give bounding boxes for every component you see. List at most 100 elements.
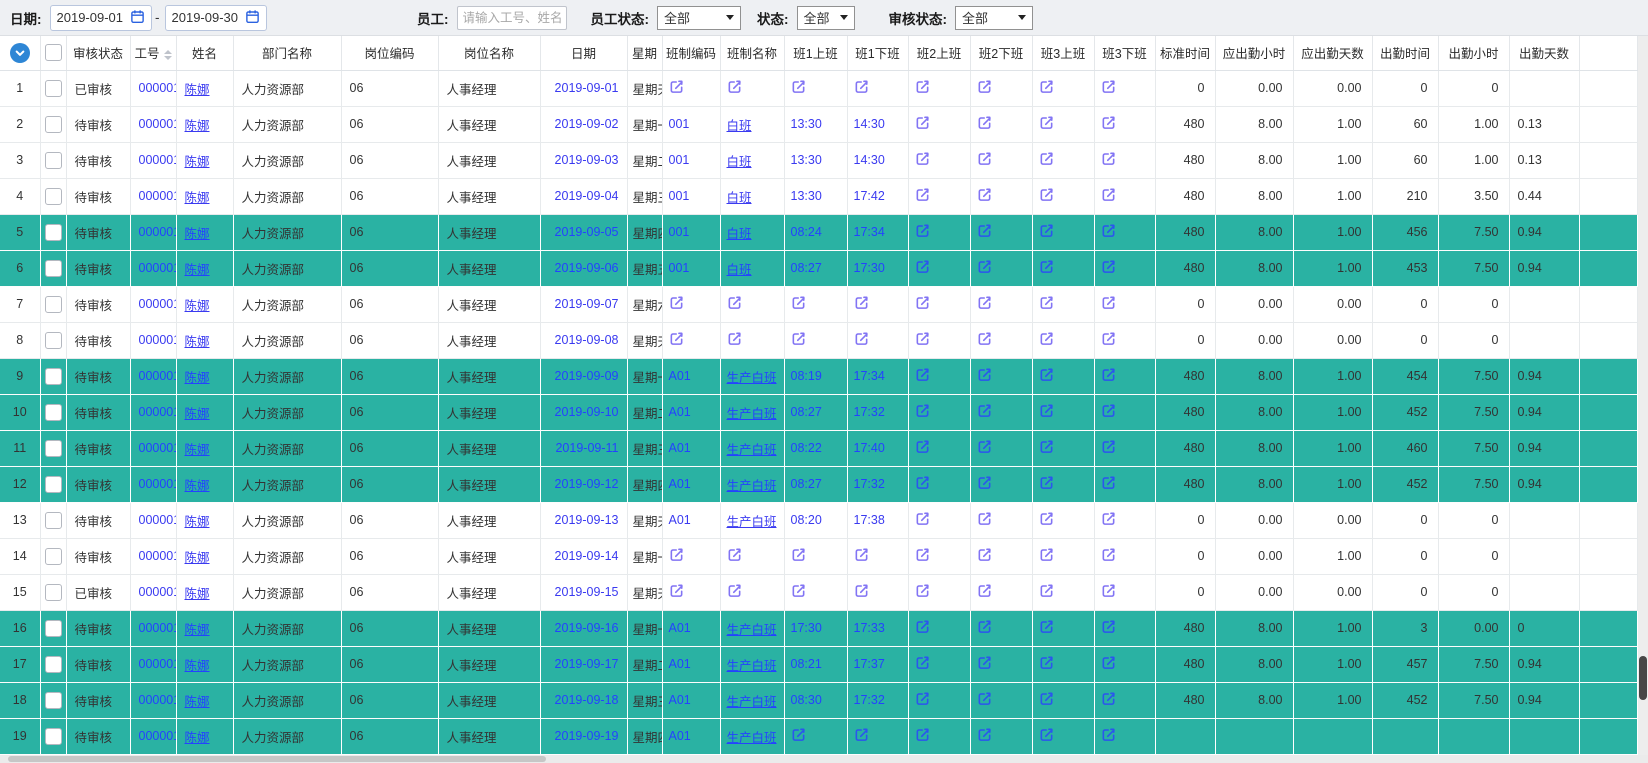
- edit-icon[interactable]: [915, 259, 930, 274]
- edit-icon[interactable]: [791, 331, 806, 346]
- employee-no-link[interactable]: 000001: [130, 502, 176, 538]
- employee-name-link[interactable]: 陈娜: [176, 502, 233, 538]
- horizontal-scrollbar-thumb[interactable]: [8, 756, 546, 762]
- row-checkbox-cell[interactable]: [40, 574, 66, 610]
- shift2-end-cell[interactable]: [970, 430, 1032, 466]
- shift3-end-cell[interactable]: [1094, 466, 1155, 502]
- shift3-start-cell[interactable]: [1032, 394, 1094, 430]
- row-checkbox-cell[interactable]: [40, 106, 66, 142]
- row-checkbox-cell[interactable]: [40, 682, 66, 718]
- edit-icon[interactable]: [977, 727, 992, 742]
- shift1-end-link[interactable]: [847, 718, 908, 754]
- shift2-end-cell[interactable]: [970, 394, 1032, 430]
- edit-icon[interactable]: [1101, 151, 1116, 166]
- edit-icon[interactable]: [727, 79, 742, 94]
- edit-icon[interactable]: [977, 475, 992, 490]
- edit-icon[interactable]: [1039, 403, 1054, 418]
- shift3-start-cell[interactable]: [1032, 214, 1094, 250]
- edit-icon[interactable]: [854, 331, 869, 346]
- employee-no-link[interactable]: 000001: [130, 682, 176, 718]
- employee-name-link[interactable]: 陈娜: [176, 70, 233, 106]
- edit-icon[interactable]: [1039, 151, 1054, 166]
- shift-code-link[interactable]: [662, 286, 720, 322]
- shift-code-link[interactable]: 001: [662, 142, 720, 178]
- employee-name-link[interactable]: 陈娜: [176, 466, 233, 502]
- edit-icon[interactable]: [915, 295, 930, 310]
- edit-icon[interactable]: [1101, 187, 1116, 202]
- edit-icon[interactable]: [977, 439, 992, 454]
- shift3-start-cell[interactable]: [1032, 682, 1094, 718]
- edit-icon[interactable]: [727, 331, 742, 346]
- shift1-end-link[interactable]: 14:30: [847, 142, 908, 178]
- shift3-end-cell[interactable]: [1094, 646, 1155, 682]
- shift1-start-link[interactable]: 08:27: [784, 466, 847, 502]
- shift1-start-link[interactable]: [784, 286, 847, 322]
- select-all-checkbox[interactable]: [45, 44, 62, 61]
- edit-icon[interactable]: [977, 547, 992, 562]
- row-checkbox-cell[interactable]: [40, 142, 66, 178]
- shift2-start-cell[interactable]: [908, 502, 970, 538]
- shift-code-link[interactable]: A01: [662, 718, 720, 754]
- shift-code-link[interactable]: A01: [662, 610, 720, 646]
- edit-icon[interactable]: [669, 295, 684, 310]
- shift2-end-cell[interactable]: [970, 106, 1032, 142]
- edit-icon[interactable]: [1101, 583, 1116, 598]
- shift3-start-cell[interactable]: [1032, 610, 1094, 646]
- date-from-input[interactable]: 2019-09-01: [50, 5, 153, 31]
- edit-icon[interactable]: [1101, 691, 1116, 706]
- edit-icon[interactable]: [977, 655, 992, 670]
- employee-no-link[interactable]: 000001: [130, 610, 176, 646]
- employee-status-select[interactable]: 全部: [657, 6, 741, 30]
- shift3-end-cell[interactable]: [1094, 718, 1155, 754]
- edit-icon[interactable]: [1101, 79, 1116, 94]
- edit-icon[interactable]: [1039, 367, 1054, 382]
- shift-name-link[interactable]: [720, 574, 784, 610]
- employee-name-link[interactable]: 陈娜: [176, 214, 233, 250]
- shift-code-link[interactable]: [662, 70, 720, 106]
- shift1-end-link[interactable]: 17:32: [847, 466, 908, 502]
- shift-code-link[interactable]: A01: [662, 682, 720, 718]
- shift3-end-cell[interactable]: [1094, 394, 1155, 430]
- edit-icon[interactable]: [915, 151, 930, 166]
- shift2-start-cell[interactable]: [908, 430, 970, 466]
- shift1-start-link[interactable]: 08:19: [784, 358, 847, 394]
- shift-name-link[interactable]: [720, 322, 784, 358]
- row-checkbox-cell[interactable]: [40, 286, 66, 322]
- shift-name-link[interactable]: 白班: [720, 214, 784, 250]
- status-select[interactable]: 全部: [797, 6, 855, 30]
- shift2-start-cell[interactable]: [908, 70, 970, 106]
- edit-icon[interactable]: [915, 331, 930, 346]
- shift-code-link[interactable]: 001: [662, 214, 720, 250]
- edit-icon[interactable]: [977, 187, 992, 202]
- employee-search-input[interactable]: [457, 6, 567, 30]
- shift2-start-cell[interactable]: [908, 142, 970, 178]
- date-link[interactable]: 2019-09-16: [540, 610, 627, 646]
- shift1-start-link[interactable]: 17:30: [784, 610, 847, 646]
- edit-icon[interactable]: [669, 79, 684, 94]
- horizontal-scrollbar[interactable]: [0, 755, 1648, 763]
- shift3-end-cell[interactable]: [1094, 286, 1155, 322]
- shift-code-link[interactable]: 001: [662, 106, 720, 142]
- employee-name-link[interactable]: 陈娜: [176, 646, 233, 682]
- row-checkbox[interactable]: [45, 440, 62, 457]
- shift3-start-cell[interactable]: [1032, 718, 1094, 754]
- employee-no-link[interactable]: 000001: [130, 538, 176, 574]
- edit-icon[interactable]: [854, 295, 869, 310]
- employee-no-link[interactable]: 000001: [130, 358, 176, 394]
- row-checkbox-cell[interactable]: [40, 538, 66, 574]
- edit-icon[interactable]: [1039, 439, 1054, 454]
- shift2-end-cell[interactable]: [970, 574, 1032, 610]
- shift-name-link[interactable]: 生产白班: [720, 430, 784, 466]
- date-link[interactable]: 2019-09-19: [540, 718, 627, 754]
- edit-icon[interactable]: [915, 223, 930, 238]
- shift2-start-cell[interactable]: [908, 358, 970, 394]
- shift1-end-link[interactable]: [847, 538, 908, 574]
- shift3-start-cell[interactable]: [1032, 70, 1094, 106]
- edit-icon[interactable]: [791, 79, 806, 94]
- shift2-start-cell[interactable]: [908, 646, 970, 682]
- date-link[interactable]: 2019-09-01: [540, 70, 627, 106]
- edit-icon[interactable]: [1101, 727, 1116, 742]
- edit-icon[interactable]: [977, 403, 992, 418]
- row-checkbox-cell[interactable]: [40, 394, 66, 430]
- row-checkbox-cell[interactable]: [40, 610, 66, 646]
